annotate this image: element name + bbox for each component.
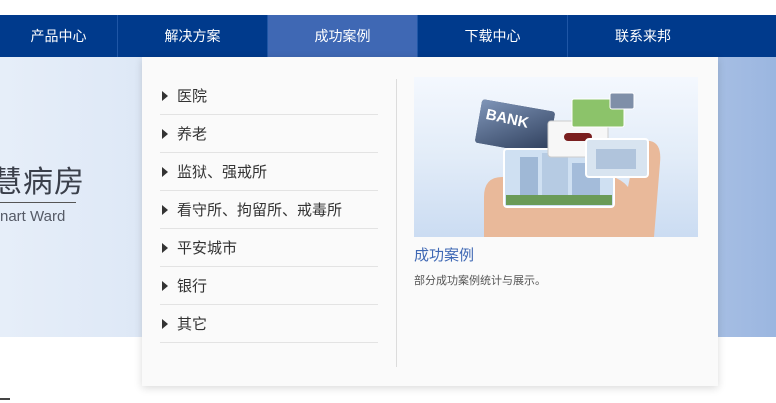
case-item-label: 医院 (177, 87, 208, 105)
case-item-prison[interactable]: 监狱、强戒所 (160, 153, 378, 191)
campus-building (596, 149, 636, 169)
caret-right-icon (162, 90, 168, 101)
text-fragment (0, 398, 10, 400)
nav-item-cases[interactable]: 成功案例 (268, 15, 418, 57)
small-building-card (609, 92, 635, 110)
page: 产品中心 解决方案 成功案例 下载中心 联系来邦 慧病房 nart Ward 医… (0, 0, 776, 403)
banner-title: 慧病房 (0, 165, 85, 200)
case-item-elderly-care[interactable]: 养老 (160, 115, 378, 153)
cases-promo-image[interactable]: BANK (414, 77, 698, 237)
caret-right-icon (162, 204, 168, 215)
case-item-safe-city[interactable]: 平安城市 (160, 229, 378, 267)
promo-description: 部分成功案例统计与展示。 (414, 274, 546, 287)
nav-item-contact[interactable]: 联系来邦 (568, 15, 718, 57)
case-item-label: 养老 (177, 125, 208, 143)
caret-right-icon (162, 242, 168, 253)
banner-subtitle: nart Ward (0, 208, 66, 225)
case-item-detention[interactable]: 看守所、拘留所、戒毒所 (160, 191, 378, 229)
case-item-label: 其它 (177, 315, 208, 333)
main-nav: 产品中心 解决方案 成功案例 下载中心 联系来邦 (0, 15, 776, 57)
caret-right-icon (162, 128, 168, 139)
nav-item-solutions[interactable]: 解决方案 (118, 15, 268, 57)
promo-title-link[interactable]: 成功案例 (414, 244, 474, 265)
cases-illustration: BANK (475, 92, 661, 237)
case-item-bank[interactable]: 银行 (160, 267, 378, 305)
case-category-list: 医院 养老 监狱、强戒所 看守所、拘留所、戒毒所 平安城市 银行 其它 (160, 77, 378, 343)
top-strip (0, 0, 776, 15)
vertical-divider (396, 79, 397, 367)
caret-right-icon (162, 166, 168, 177)
case-item-label: 银行 (177, 277, 208, 295)
case-item-other[interactable]: 其它 (160, 305, 378, 343)
cases-dropdown: 医院 养老 监狱、强戒所 看守所、拘留所、戒毒所 平安城市 银行 其它 BANK… (142, 57, 718, 386)
case-item-label: 看守所、拘留所、戒毒所 (177, 201, 343, 219)
caret-right-icon (162, 280, 168, 291)
case-item-label: 监狱、强戒所 (177, 163, 268, 181)
case-item-label: 平安城市 (177, 239, 238, 257)
case-item-hospital[interactable]: 医院 (160, 77, 378, 115)
banner-underline (0, 202, 76, 203)
nav-item-products[interactable]: 产品中心 (0, 15, 118, 57)
bank-card: BANK (475, 99, 555, 155)
nav-item-downloads[interactable]: 下载中心 (418, 15, 568, 57)
caret-right-icon (162, 318, 168, 329)
